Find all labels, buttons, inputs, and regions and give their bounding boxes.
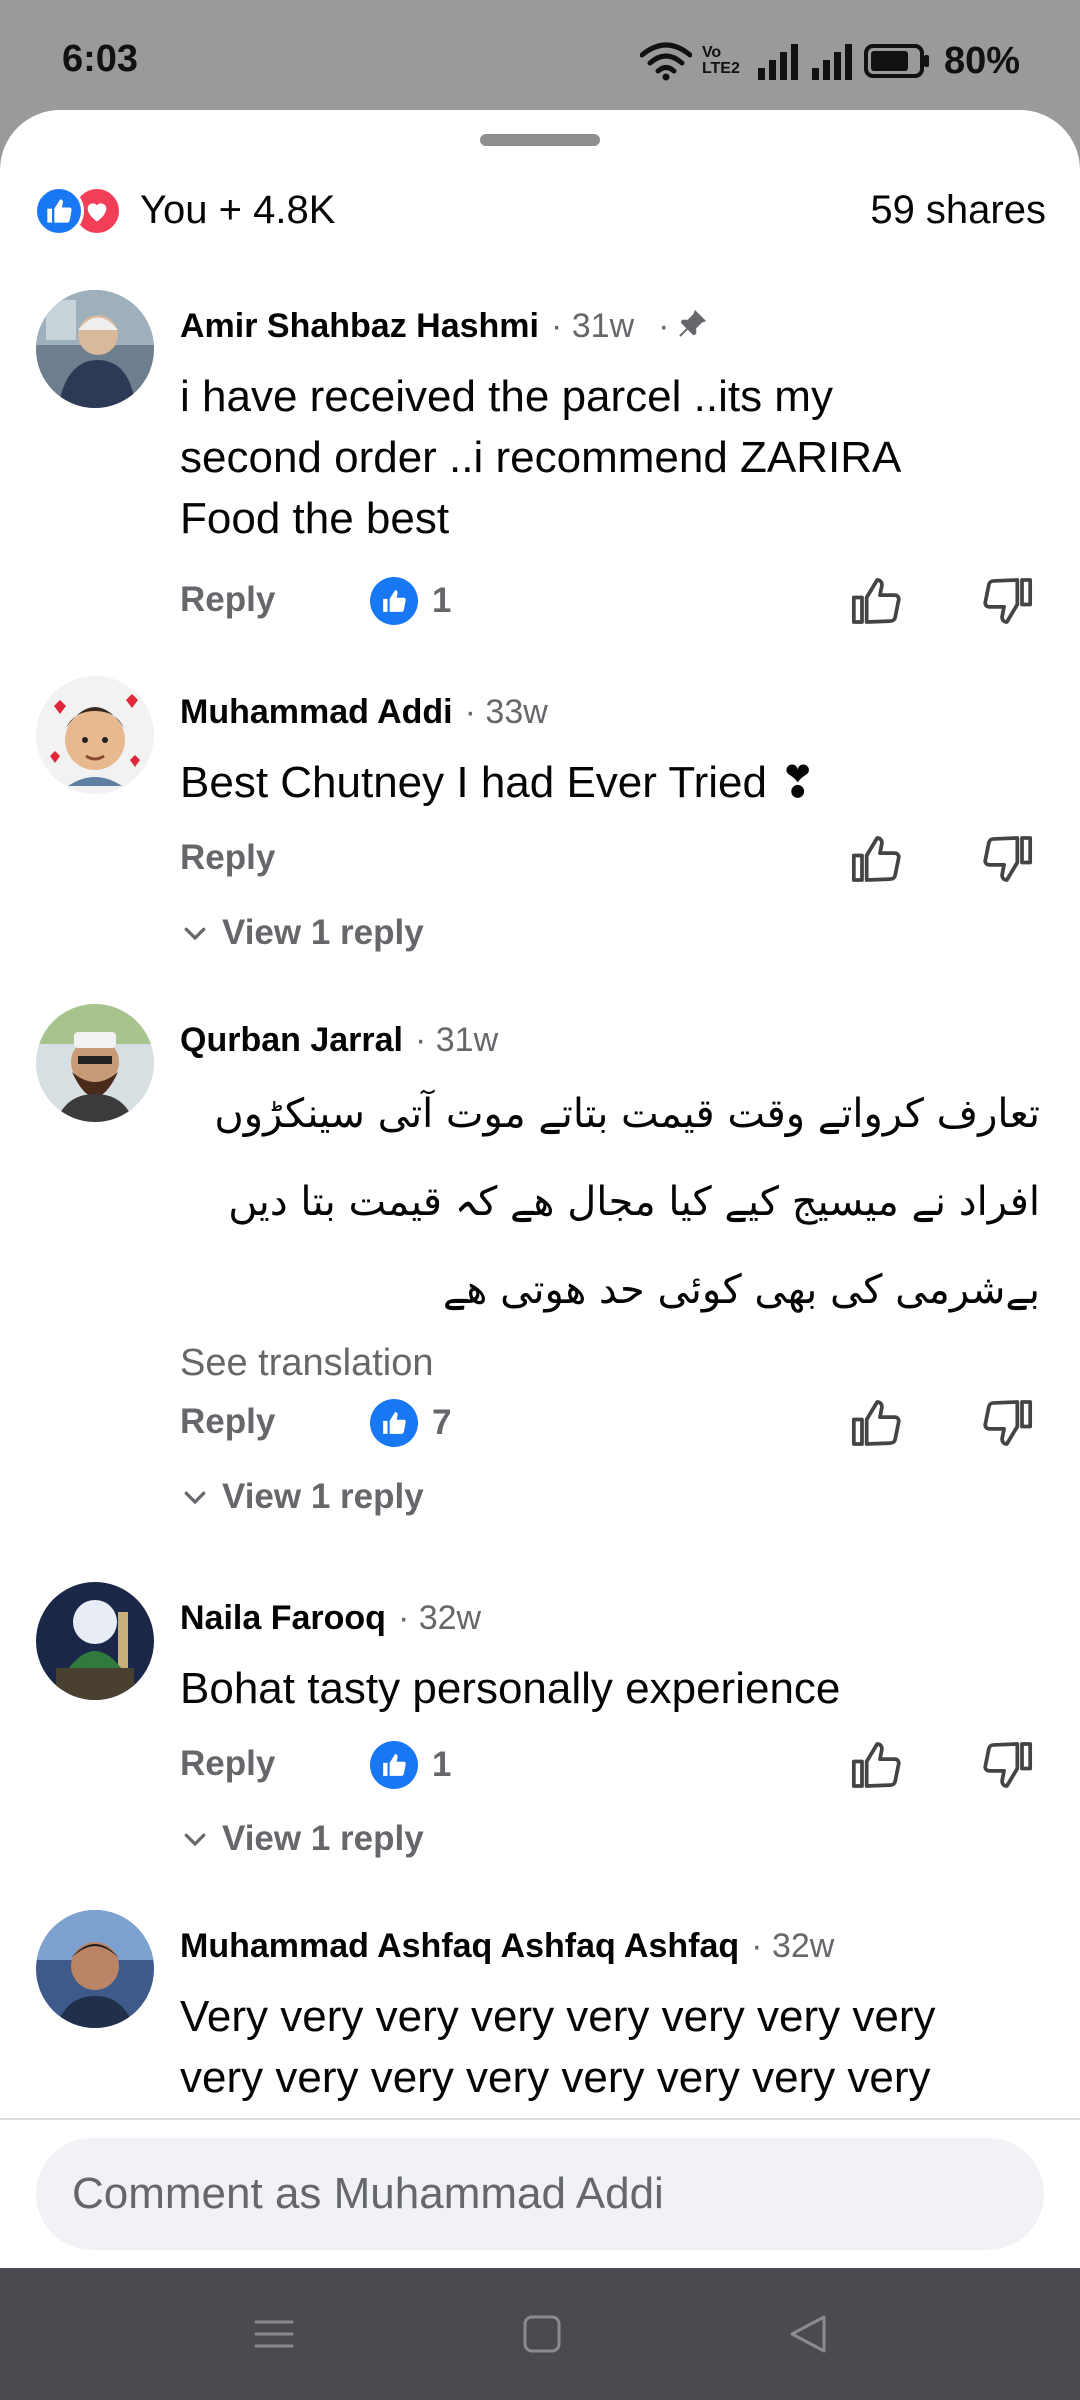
- comment-time: · 32w: [397, 1598, 482, 1637]
- comment-text: Bohat tasty personally experience: [180, 1664, 841, 1713]
- thumbs-up-icon[interactable]: [848, 1737, 904, 1793]
- commenter-name[interactable]: Amir Shahbaz Hashmi: [180, 307, 539, 346]
- like-count[interactable]: 1: [370, 577, 451, 625]
- reply-button[interactable]: Reply: [180, 838, 275, 878]
- comment-text: تعارف کرواتے وقت قیمت بتاتے موت آتی سینک…: [214, 1091, 1040, 1313]
- pin-icon: [675, 307, 709, 346]
- comment-text: i have received the parcel ..its my seco…: [180, 372, 899, 543]
- comment-composer[interactable]: [36, 2138, 1044, 2250]
- like-badge-icon: [370, 1741, 418, 1789]
- reply-button[interactable]: Reply: [180, 1402, 275, 1442]
- comment-header: Amir Shahbaz Hashmi · 31w ·: [180, 300, 1040, 352]
- comment-header: Qurban Jarral · 31w: [180, 1014, 1040, 1066]
- status-bar: 6:03 Vo LTE2 80%: [0, 0, 1080, 110]
- view-replies-button[interactable]: View 1 reply: [180, 903, 1040, 963]
- chevron-down-icon: [184, 1833, 206, 1847]
- wifi-icon: [639, 41, 692, 81]
- composer-divider: [0, 2118, 1080, 2120]
- commenter-name[interactable]: Qurban Jarral: [180, 1021, 403, 1060]
- separator-dot: ·: [658, 306, 670, 345]
- comment-body: Qurban Jarral · 31w تعارف کرواتے وقت قیم…: [180, 1004, 1040, 1527]
- back-icon[interactable]: [786, 2312, 830, 2356]
- status-time: 6:03: [62, 38, 139, 80]
- reaction-icons: [34, 182, 130, 238]
- comment-body: Muhammad Ashfaq Ashfaq Ashfaq · 32w Very…: [180, 1910, 1040, 2108]
- comment-time: · 31w: [414, 1020, 499, 1059]
- comment-actions: Reply 7: [180, 1387, 1040, 1457]
- like-number: 1: [432, 581, 452, 620]
- see-translation-button[interactable]: See translation: [180, 1342, 1040, 1385]
- signal-icon-2: [810, 42, 854, 80]
- view-replies-button[interactable]: View 1 reply: [180, 1809, 1040, 1869]
- like-icon: [34, 186, 84, 236]
- drag-handle[interactable]: [480, 134, 600, 146]
- comment-input[interactable]: [72, 2169, 972, 2219]
- status-icons: Vo LTE2 80%: [639, 36, 1020, 86]
- comment-text: Very very very very very very very very …: [180, 1992, 936, 2102]
- comment-actions: Reply 1: [180, 1729, 1040, 1799]
- view-replies-label: View 1 reply: [222, 913, 424, 952]
- network-type-label: Vo LTE2: [701, 44, 740, 77]
- like-badge-icon: [370, 577, 418, 625]
- thumbs-down-icon[interactable]: [980, 1737, 1036, 1793]
- avatar[interactable]: [36, 1582, 154, 1700]
- comment-actions: Reply: [180, 823, 1040, 893]
- commenter-name[interactable]: Muhammad Ashfaq Ashfaq Ashfaq: [180, 1927, 739, 1966]
- battery-icon: [863, 43, 930, 79]
- thumbs-down-icon[interactable]: [980, 831, 1036, 887]
- view-replies-label: View 1 reply: [222, 1819, 424, 1858]
- shares-count[interactable]: 59 shares: [870, 188, 1046, 233]
- comments-sheet: You + 4.8K 59 shares Amir Shahbaz Hashmi…: [0, 110, 1080, 2268]
- commenter-name[interactable]: Muhammad Addi: [180, 693, 453, 732]
- comment-body: Muhammad Addi · 33w Best Chutney I had E…: [180, 676, 1040, 963]
- thumbs-down-icon[interactable]: [980, 573, 1036, 629]
- like-badge-icon: [370, 1399, 418, 1447]
- signal-icon-1: [756, 42, 800, 80]
- battery-percent: 80%: [943, 39, 1020, 82]
- commenter-name[interactable]: Naila Farooq: [180, 1599, 386, 1638]
- reply-button[interactable]: Reply: [180, 1744, 275, 1784]
- like-number: 7: [432, 1403, 452, 1442]
- like-count[interactable]: 1: [370, 1741, 451, 1789]
- thumbs-down-icon[interactable]: [980, 1395, 1036, 1451]
- comment-header: Muhammad Ashfaq Ashfaq Ashfaq · 32w: [180, 1920, 1040, 1972]
- reaction-count[interactable]: You + 4.8K: [140, 188, 335, 233]
- avatar[interactable]: [36, 1004, 154, 1122]
- comment-text: Best Chutney I had Ever Tried ❣: [180, 758, 817, 807]
- view-replies-label: View 1 reply: [222, 1477, 424, 1516]
- comment-time: · 33w: [464, 692, 548, 731]
- comment-time: · 31w: [550, 306, 635, 345]
- comment-body: Amir Shahbaz Hashmi · 31w · i have recei…: [180, 290, 1040, 635]
- comment-actions: Reply 1: [180, 565, 1040, 635]
- system-nav-bar: [0, 2268, 1080, 2400]
- avatar[interactable]: [36, 290, 154, 408]
- thumbs-up-icon[interactable]: [848, 1395, 904, 1451]
- view-replies-button[interactable]: View 1 reply: [180, 1467, 1040, 1527]
- menu-icon[interactable]: [252, 2312, 296, 2356]
- comment-time: · 32w: [751, 1926, 835, 1965]
- reply-button[interactable]: Reply: [180, 580, 275, 620]
- chevron-down-icon: [184, 1491, 206, 1505]
- like-number: 1: [432, 1745, 452, 1784]
- thumbs-up-icon[interactable]: [848, 573, 904, 629]
- avatar[interactable]: [36, 676, 154, 794]
- home-icon[interactable]: [520, 2312, 564, 2356]
- comment-header: Muhammad Addi · 33w: [180, 686, 1040, 738]
- reactions-summary[interactable]: You + 4.8K 59 shares: [34, 170, 1046, 250]
- comment-header: Naila Farooq · 32w: [180, 1592, 1040, 1644]
- thumbs-up-icon[interactable]: [848, 831, 904, 887]
- chevron-down-icon: [184, 927, 206, 941]
- like-count[interactable]: 7: [370, 1399, 451, 1447]
- avatar[interactable]: [36, 1910, 154, 2028]
- comment-body: Naila Farooq · 32w Bohat tasty personall…: [180, 1582, 1040, 1869]
